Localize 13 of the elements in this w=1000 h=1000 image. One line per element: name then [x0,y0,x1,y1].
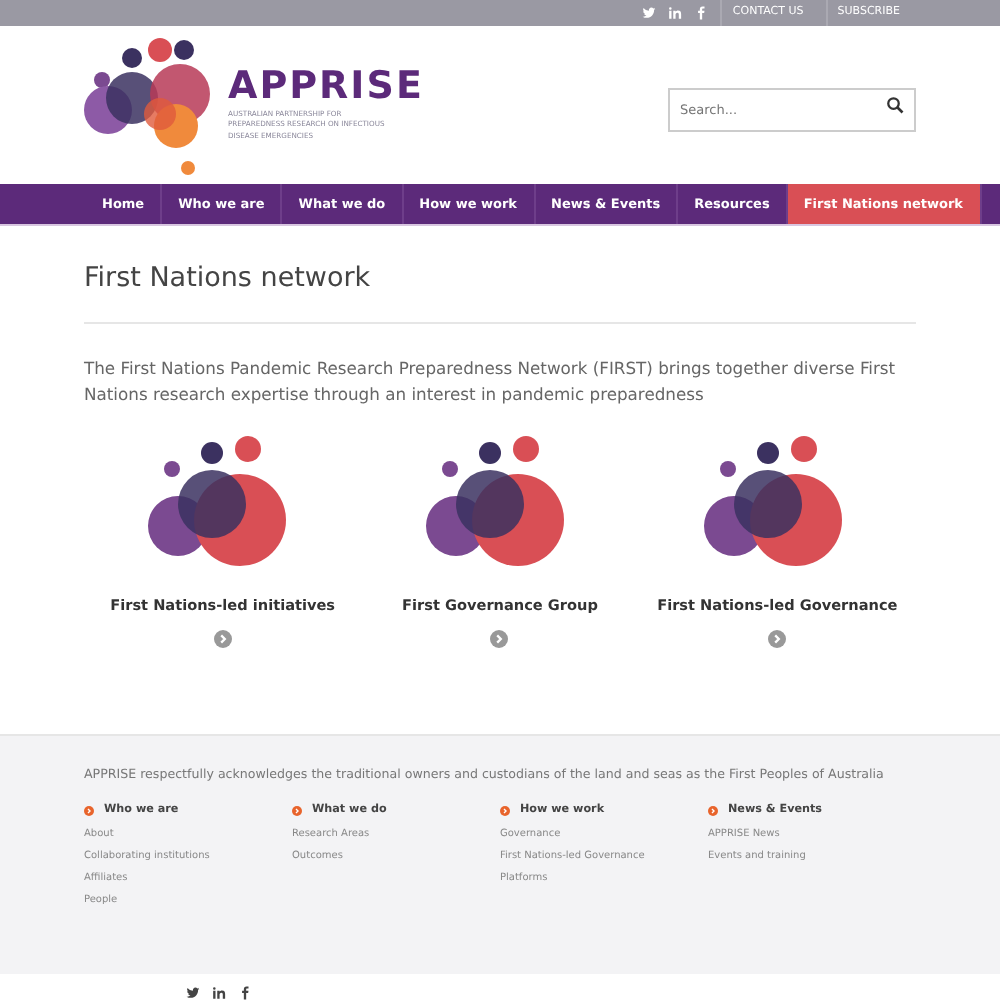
intro-text: The First Nations Pandemic Research Preparedness Network (FIRST) brings together diverse First Nations research expertise through an interest in pandemic preparedness [84,356,898,409]
logo-name: APPRISE [228,68,424,107]
linkedin-icon[interactable] [212,986,226,1000]
twitter-icon[interactable] [186,986,200,1000]
facebook-icon[interactable] [238,986,252,1000]
chevron-icon [292,805,302,815]
arrow-icon[interactable] [768,630,787,649]
page-title: First Nations network [84,262,916,324]
chevron-icon [708,805,718,815]
chevron-icon [84,805,94,815]
search-icon[interactable] [886,96,904,114]
logo-icon [84,33,216,177]
chevron-icon [500,805,510,815]
